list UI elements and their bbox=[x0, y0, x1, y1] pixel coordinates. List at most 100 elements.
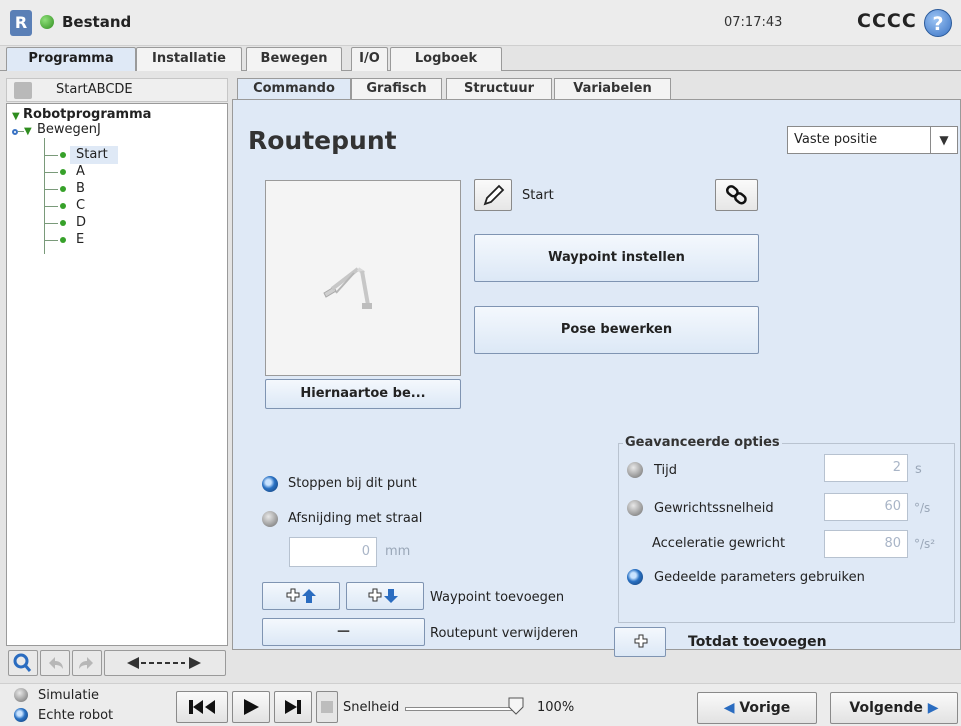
tab-commando[interactable]: Commando bbox=[237, 78, 351, 100]
file-menu[interactable]: Bestand bbox=[62, 13, 131, 31]
blend-radius-unit: mm bbox=[385, 544, 411, 559]
add-until-label: Totdat toevoegen bbox=[688, 634, 827, 650]
collapse-pane-button[interactable] bbox=[104, 650, 226, 676]
speed-label: Snelheid bbox=[343, 700, 400, 715]
time-field[interactable]: 2 bbox=[824, 454, 908, 482]
search-button[interactable] bbox=[8, 650, 38, 676]
position-type-value: Vaste positie bbox=[794, 132, 878, 147]
shared-params-label: Gedeelde parameters gebruiken bbox=[654, 570, 865, 585]
blend-radius-label: Afsnijding met straal bbox=[288, 511, 423, 526]
simulation-radio[interactable] bbox=[14, 688, 28, 702]
add-waypoint-after-button[interactable] bbox=[346, 582, 424, 610]
stop-icon bbox=[321, 701, 333, 713]
previous-label: Vorige bbox=[739, 700, 791, 716]
speed-slider-thumb[interactable] bbox=[508, 697, 524, 715]
tab-bewegen[interactable]: Bewegen bbox=[246, 47, 342, 71]
blend-radius-radio[interactable] bbox=[262, 511, 278, 527]
expand-triangle-icon[interactable]: ▼ bbox=[24, 126, 32, 137]
program-tree[interactable] bbox=[6, 103, 228, 646]
tree-line bbox=[44, 223, 58, 224]
speed-value: 100% bbox=[537, 700, 575, 715]
tree-item-start[interactable]: Start bbox=[76, 147, 108, 162]
undo-button[interactable] bbox=[40, 650, 70, 676]
add-waypoint-before-button[interactable] bbox=[262, 582, 340, 610]
help-icon[interactable]: ? bbox=[924, 9, 952, 37]
step-forward-icon bbox=[285, 700, 301, 714]
joint-accel-label: Acceleratie gewricht bbox=[652, 536, 786, 551]
tree-move-node[interactable]: BewegenJ bbox=[37, 122, 101, 137]
ur-logo-icon: R bbox=[10, 10, 32, 36]
joint-accel-unit: °/s² bbox=[914, 537, 936, 551]
stop-button[interactable] bbox=[316, 691, 338, 723]
tab-programma[interactable]: Programma bbox=[6, 47, 136, 71]
joint-accel-field[interactable]: 80 bbox=[824, 530, 908, 558]
page-title: Routepunt bbox=[248, 126, 397, 155]
speed-slider[interactable] bbox=[405, 707, 520, 711]
program-name: StartABCDE bbox=[56, 82, 133, 97]
redo-button[interactable] bbox=[72, 650, 102, 676]
waypoint-name: Start bbox=[522, 188, 554, 203]
remove-waypoint-button[interactable]: — bbox=[262, 618, 425, 646]
advanced-options-title: Geavanceerde opties bbox=[623, 435, 782, 450]
undo-icon bbox=[49, 657, 63, 669]
tab-variabelen[interactable]: Variabelen bbox=[554, 78, 671, 100]
joint-speed-radio[interactable] bbox=[627, 500, 643, 516]
edit-pose-button[interactable]: Pose bewerken bbox=[474, 306, 759, 354]
tab-logboek[interactable]: Logboek bbox=[390, 47, 502, 71]
waypoint-node-icon bbox=[60, 152, 66, 158]
blend-radius-field[interactable]: 0 bbox=[289, 537, 377, 567]
tab-io[interactable]: I/O bbox=[351, 47, 388, 71]
rewind-button[interactable] bbox=[176, 691, 228, 723]
link-button[interactable] bbox=[715, 179, 758, 211]
waypoint-node-icon bbox=[60, 220, 66, 226]
previous-button[interactable]: ◀ Vorige bbox=[697, 692, 817, 724]
robot-arm-icon bbox=[323, 267, 372, 309]
tree-line bbox=[44, 155, 58, 156]
expand-triangle-icon[interactable]: ▼ bbox=[12, 111, 20, 122]
stop-at-point-radio[interactable] bbox=[262, 476, 278, 492]
tree-item-c[interactable]: C bbox=[76, 198, 85, 213]
time-unit: s bbox=[915, 462, 922, 477]
remove-waypoint-label: Routepunt verwijderen bbox=[430, 626, 579, 641]
joint-speed-field[interactable]: 60 bbox=[824, 493, 908, 521]
next-label: Volgende bbox=[849, 700, 923, 716]
robot-preview bbox=[265, 180, 461, 376]
play-button[interactable] bbox=[232, 691, 270, 723]
tab-installatie[interactable]: Installatie bbox=[136, 47, 242, 71]
pencil-icon bbox=[483, 184, 505, 206]
step-button[interactable] bbox=[274, 691, 312, 723]
time-label: Tijd bbox=[654, 463, 678, 478]
tree-item-b[interactable]: B bbox=[76, 181, 85, 196]
left-right-arrow-icon bbox=[127, 657, 201, 669]
waypoint-node-icon bbox=[60, 203, 66, 209]
waypoint-node-icon bbox=[60, 186, 66, 192]
move-node-icon bbox=[12, 129, 18, 135]
add-down-icon bbox=[368, 588, 398, 603]
tree-item-a[interactable]: A bbox=[76, 164, 85, 179]
move-here-button[interactable]: Hiernaartoe be... bbox=[265, 379, 461, 409]
tab-structuur[interactable]: Structuur bbox=[446, 78, 552, 100]
robot-name: CCCC bbox=[857, 10, 917, 32]
add-until-button[interactable] bbox=[614, 627, 666, 657]
tree-root[interactable]: Robotprogramma bbox=[23, 107, 151, 122]
edit-name-button[interactable] bbox=[474, 179, 512, 211]
arrow-left-icon: ◀ bbox=[723, 700, 735, 716]
tree-item-e[interactable]: E bbox=[76, 232, 84, 247]
next-button[interactable]: Volgende ▶ bbox=[830, 692, 958, 724]
set-waypoint-button[interactable]: Waypoint instellen bbox=[474, 234, 759, 282]
real-robot-radio[interactable] bbox=[14, 708, 28, 722]
waypoint-node-icon bbox=[60, 237, 66, 243]
tree-item-d[interactable]: D bbox=[76, 215, 86, 230]
joint-speed-unit: °/s bbox=[914, 501, 931, 515]
tree-line bbox=[44, 206, 58, 207]
save-icon[interactable] bbox=[14, 82, 32, 99]
time-radio[interactable] bbox=[627, 462, 643, 478]
tab-grafisch[interactable]: Grafisch bbox=[351, 78, 442, 100]
skip-back-icon bbox=[189, 700, 215, 714]
tree-line bbox=[44, 240, 58, 241]
shared-params-radio[interactable] bbox=[627, 569, 643, 585]
chevron-down-icon[interactable]: ▼ bbox=[930, 127, 957, 153]
arrow-right-icon: ▶ bbox=[927, 700, 939, 716]
play-icon bbox=[244, 699, 259, 715]
title-bar bbox=[0, 0, 961, 46]
